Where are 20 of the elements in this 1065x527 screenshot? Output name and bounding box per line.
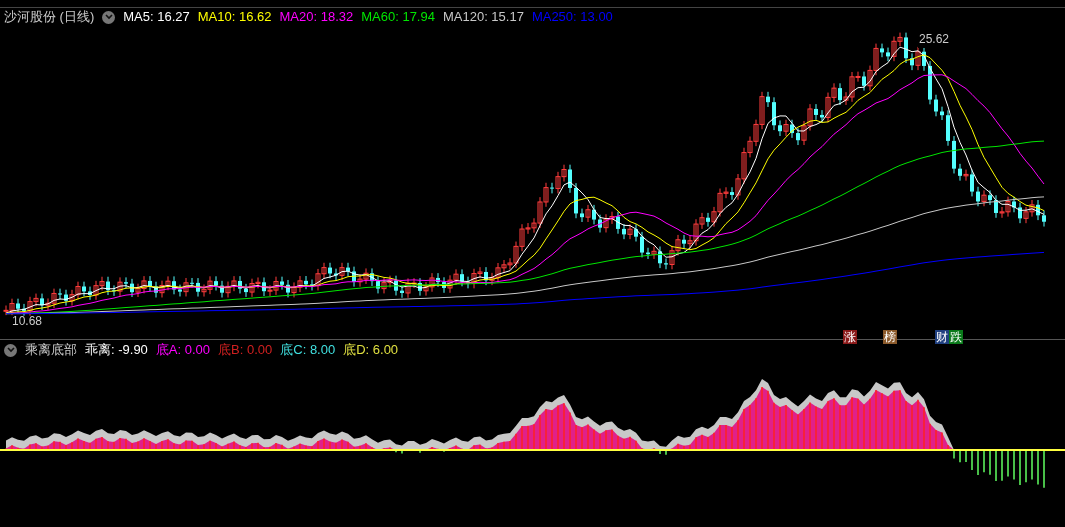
event-marker[interactable]: 榜	[883, 330, 897, 344]
event-marker[interactable]: 涨	[843, 330, 857, 344]
indicator-value: 乖离: -9.90	[85, 341, 148, 360]
indicator-value: 底A: 0.00	[155, 341, 211, 360]
ma-legend-value: MA5: 16.27	[123, 8, 190, 27]
low-price-label: 10.68	[12, 313, 43, 330]
indicator-title: 乘离底部	[25, 341, 77, 360]
ma-legend-value: MA250: 13.00	[531, 8, 613, 27]
indicator-value: 底C: 8.00	[280, 341, 336, 360]
event-marker[interactable]: 财	[935, 330, 949, 344]
ma-legend-value: MA10: 16.62	[197, 8, 272, 27]
event-marker[interactable]: 跌	[949, 330, 963, 344]
ma-legend-value: MA120: 15.17	[442, 8, 524, 27]
ma-legend-value: MA60: 17.94	[361, 8, 435, 27]
indicator-value: 底B: 0.00	[218, 341, 273, 360]
ma-legend-value: MA20: 18.32	[279, 8, 354, 27]
dropdown-icon[interactable]	[4, 343, 17, 357]
stock-title: 沙河股份 (日线)	[4, 8, 95, 27]
indicator-value: 底D: 6.00	[343, 341, 399, 360]
dropdown-icon[interactable]	[102, 10, 116, 24]
